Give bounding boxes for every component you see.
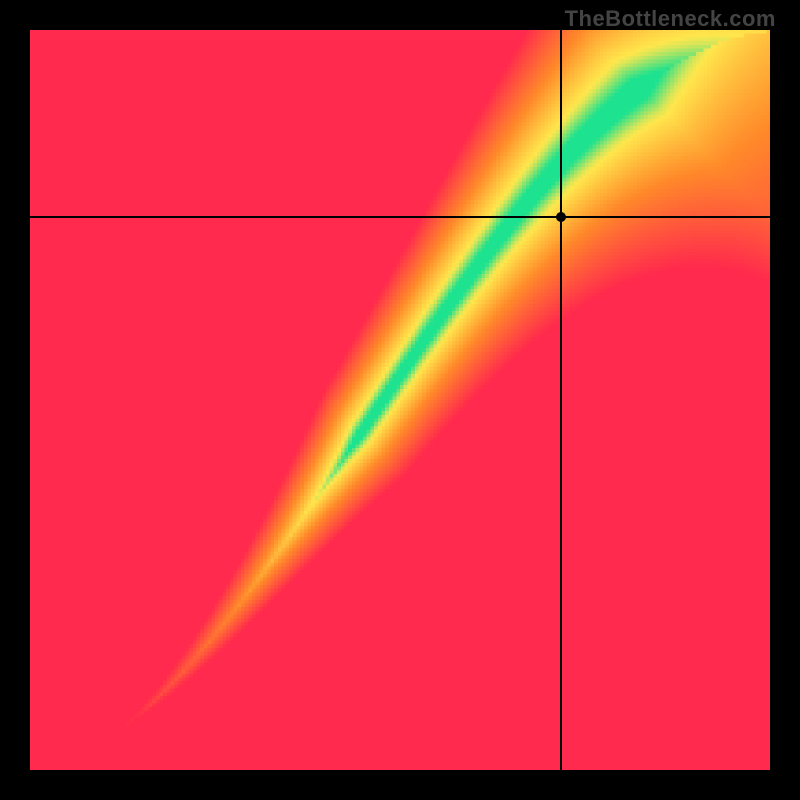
crosshair-vertical <box>560 30 562 770</box>
heatmap-canvas <box>30 30 770 770</box>
marker-dot <box>556 212 566 222</box>
heatmap-plot <box>30 30 770 770</box>
chart-frame: TheBottleneck.com <box>0 0 800 800</box>
watermark-text: TheBottleneck.com <box>565 6 776 32</box>
crosshair-horizontal <box>30 216 770 218</box>
